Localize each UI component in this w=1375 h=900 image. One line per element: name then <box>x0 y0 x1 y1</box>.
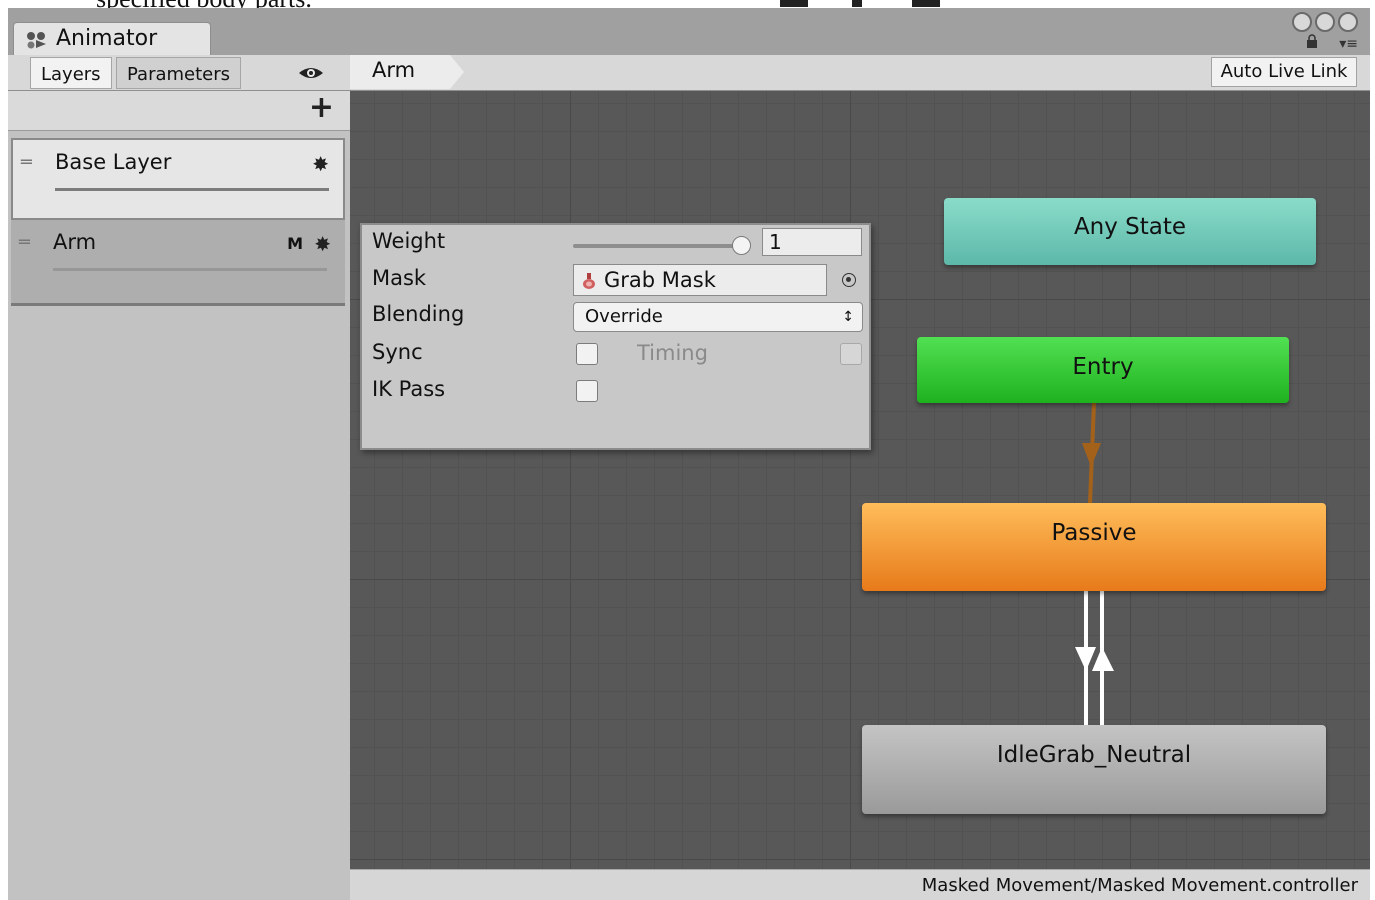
gear-icon[interactable]: ✸ <box>314 232 331 256</box>
weight-label: Weight <box>372 229 446 253</box>
gear-icon[interactable]: ✸ <box>312 152 329 176</box>
controller-path: Masked Movement/Masked Movement.controll… <box>921 875 1358 896</box>
tab-parameters-label: Parameters <box>127 64 231 85</box>
eye-icon[interactable] <box>298 65 324 81</box>
sync-checkbox[interactable] <box>576 343 598 365</box>
animator-tab-label: Animator <box>56 26 158 51</box>
state-passive[interactable]: Passive <box>862 503 1326 591</box>
layer-name: Arm <box>53 230 97 254</box>
animator-icon <box>27 32 46 49</box>
avatar-mask-icon <box>583 273 595 289</box>
weight-input[interactable]: 1 <box>762 228 862 256</box>
transition-arrow-icon <box>1082 443 1101 467</box>
blending-select[interactable]: Override ↕ <box>573 302 863 332</box>
transition-arrow-down-icon <box>1075 647 1096 671</box>
window-circle-icon[interactable] <box>1315 12 1335 32</box>
object-picker-icon[interactable] <box>842 273 856 287</box>
window-controls[interactable] <box>1289 12 1358 36</box>
status-bar: Masked Movement/Masked Movement.controll… <box>350 869 1370 900</box>
breadcrumb-item: Arm <box>372 58 416 82</box>
ik-pass-label: IK Pass <box>372 377 446 401</box>
window-circle-icon[interactable] <box>1292 12 1312 32</box>
layers-header: + <box>8 91 350 131</box>
animator-window: Animator ▾≡ Layers Parameters Arm Auto L… <box>8 8 1370 900</box>
animator-toolbar: Layers Parameters Arm Auto Live Link <box>8 55 1370 91</box>
document-marker <box>852 0 862 7</box>
blending-label: Blending <box>372 302 465 326</box>
transition-arrow-up-icon <box>1092 647 1114 671</box>
mask-flag-badge: M <box>287 234 303 253</box>
weight-slider[interactable] <box>573 244 743 248</box>
ik-pass-checkbox[interactable] <box>576 380 598 402</box>
drag-handle-icon[interactable]: ═ <box>21 152 32 173</box>
state-any-state[interactable]: Any State <box>944 198 1316 265</box>
tab-layers[interactable]: Layers <box>30 57 112 89</box>
state-idlegrab-neutral[interactable]: IdleGrab_Neutral <box>862 725 1326 814</box>
layer-weight-bar <box>53 268 327 271</box>
weight-slider-thumb[interactable] <box>732 236 751 255</box>
auto-live-link-button[interactable]: Auto Live Link <box>1211 57 1357 87</box>
layers-panel: + ═ Base Layer ✸ ═ Arm M ✸ <box>8 91 350 900</box>
state-entry[interactable]: Entry <box>917 337 1289 403</box>
state-label: Entry <box>1072 354 1134 380</box>
tab-parameters[interactable]: Parameters <box>116 57 242 89</box>
lock-icon[interactable] <box>1306 34 1318 48</box>
mask-value: Grab Mask <box>604 268 716 292</box>
layer-item-arm[interactable]: ═ Arm M ✸ <box>11 220 345 306</box>
window-titlebar: Animator ▾≡ <box>8 8 1370 55</box>
timing-checkbox[interactable] <box>840 343 862 365</box>
layer-weight-bar <box>55 188 329 191</box>
layer-name: Base Layer <box>55 150 172 174</box>
state-label: IdleGrab_Neutral <box>996 742 1192 768</box>
window-circle-icon[interactable] <box>1338 12 1358 32</box>
document-marker <box>780 0 808 7</box>
document-marker <box>912 0 940 7</box>
breadcrumb[interactable]: Arm <box>350 55 464 89</box>
mask-field[interactable]: Grab Mask <box>573 264 827 296</box>
layer-settings-popup: Weight 1 Mask Grab Mask Blending Overrid… <box>360 223 871 450</box>
tab-layers-label: Layers <box>41 64 101 85</box>
mask-label: Mask <box>372 266 427 290</box>
add-layer-button[interactable]: + <box>309 93 334 123</box>
state-machine-graph[interactable]: Any State Entry Passive IdleGrab_Neutral <box>350 91 1370 869</box>
select-arrows-icon: ↕ <box>842 309 854 325</box>
blending-value: Override <box>585 306 663 327</box>
layer-item-base-layer[interactable]: ═ Base Layer ✸ <box>11 138 345 220</box>
panel-menu-icon[interactable]: ▾≡ <box>1339 36 1358 52</box>
timing-label: Timing <box>637 341 708 365</box>
drag-handle-icon[interactable]: ═ <box>19 232 30 253</box>
state-label: Passive <box>1051 520 1137 546</box>
sync-label: Sync <box>372 340 423 364</box>
state-label: Any State <box>1073 214 1187 240</box>
animator-tab[interactable]: Animator <box>13 22 211 55</box>
breadcrumb-arrow-icon <box>450 55 464 89</box>
